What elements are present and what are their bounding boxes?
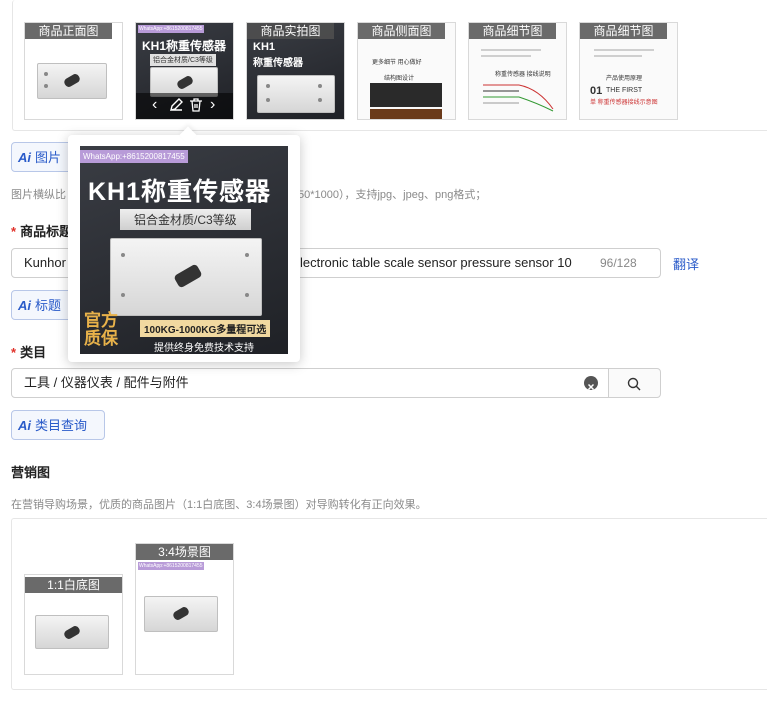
sensor-image	[257, 75, 335, 113]
watermark-text: WhatsApp:+8615200817455	[138, 562, 204, 570]
ai-category-button-label: 类目查询	[35, 418, 88, 433]
thumbnail-label: 商品正面图	[25, 23, 112, 39]
marketing-label: 营销图	[11, 465, 51, 480]
edit-icon[interactable]	[168, 97, 184, 113]
title-value-right: lectronic table scale sensor pressure se…	[300, 255, 572, 270]
thumbnail-label: 商品侧面图	[358, 23, 445, 39]
thumbnail-label: 商品细节图	[580, 23, 667, 39]
detail-text: 称重传感器 接线说明	[495, 72, 551, 78]
detail-text: 更多细节 用心做好	[372, 60, 422, 66]
marketing-hint: 在营销导购场景，优质的商品图片（1:1白底图、3:4场景图）对导购转化有正向效果…	[11, 499, 427, 511]
detail-image	[370, 109, 442, 119]
detail-text: 单 称重传感器接线示意图	[590, 100, 658, 106]
title-value-left: Kunhor	[24, 255, 66, 270]
promo-subtitle: 铝合金材质/C3等级	[150, 54, 216, 66]
ai-image-button-label: 图片	[35, 150, 62, 165]
thumbnail-detail-2[interactable]: 商品细节图 产品使用原理 01 THE FIRST 单 称重传感器接线示意图	[579, 22, 678, 120]
search-icon	[627, 377, 641, 391]
image-hint-right: 50*1000），支持jpg、jpeg、png格式；	[298, 189, 487, 201]
ai-icon: Ai	[18, 418, 31, 433]
thumbnail-label: 商品细节图	[469, 23, 556, 39]
next-arrow-icon[interactable]: ›	[210, 96, 215, 114]
ai-title-button-label: 标题	[35, 298, 62, 313]
ai-icon: Ai	[18, 298, 31, 313]
detail-text: 结构图设计	[384, 76, 415, 82]
detail-text: 产品使用原理	[606, 76, 643, 82]
promo-title: KH1	[253, 41, 276, 53]
thumbnail-promo[interactable]: WhatsApp:+8615200817455 KH1称重传感器 铝合金材质/C…	[135, 22, 234, 120]
ai-category-button[interactable]: Ai 类目查询	[11, 410, 105, 440]
delete-icon[interactable]	[188, 97, 204, 113]
thumbnail-real-shot[interactable]: 商品实拍图 KH1 称重传感器	[246, 22, 345, 120]
title-char-counter: 96/128	[600, 256, 637, 270]
category-label: * 类目	[11, 345, 47, 360]
image-hint-left: 图片横纵比	[11, 189, 66, 201]
thumbnail-label: 商品实拍图	[247, 23, 334, 39]
image-preview-popover: WhatsApp:+8615200817455 KH1称重传感器 铝合金材质/C…	[68, 126, 300, 362]
translate-link[interactable]: 翻译	[673, 254, 699, 273]
support-text: 提供终身免费技术支持	[154, 343, 254, 354]
title-label: * 商品标题	[11, 224, 73, 239]
marketing-image-label: 3:4场景图	[136, 544, 233, 560]
prev-arrow-icon[interactable]: ‹	[152, 96, 157, 114]
sensor-image	[35, 615, 109, 649]
category-input[interactable]: 工具 / 仪器仪表 / 配件与附件	[11, 368, 609, 398]
detail-text: THE FIRST	[606, 87, 643, 94]
detail-image	[370, 83, 442, 107]
sensor-image	[144, 596, 218, 632]
ai-icon: Ai	[18, 150, 31, 165]
warranty-badge: 官方 质保	[84, 311, 118, 348]
marketing-image-square[interactable]: 1:1白底图	[24, 574, 123, 675]
marketing-image-label: 1:1白底图	[25, 577, 122, 593]
category-search-button[interactable]	[608, 368, 661, 398]
preview-image: WhatsApp:+8615200817455 KH1称重传感器 铝合金材质/C…	[80, 146, 288, 354]
thumbnail-front[interactable]: 商品正面图	[24, 22, 123, 120]
marketing-image-scene[interactable]: 3:4场景图 WhatsApp:+8615200817455	[135, 543, 234, 675]
wiring-diagram	[483, 84, 554, 112]
category-value: 工具 / 仪器仪表 / 配件与附件	[24, 375, 189, 390]
watermark-text: WhatsApp:+8615200817455	[138, 25, 204, 33]
thumbnail-detail-1[interactable]: 商品细节图 称重传感器 接线说明	[468, 22, 567, 120]
hover-controls: ‹ ›	[136, 93, 233, 119]
range-banner: 100KG-1000KG多量程可选	[140, 320, 271, 337]
sensor-image	[110, 238, 262, 316]
clear-icon[interactable]	[584, 376, 598, 391]
marketing-image-area	[11, 518, 767, 690]
thumbnail-side-view[interactable]: 商品侧面图 更多细节 用心做好 结构图设计	[357, 22, 456, 120]
sensor-image	[37, 63, 107, 99]
promo-title: KH1称重传感器	[142, 39, 227, 53]
preview-title: KH1称重传感器	[88, 178, 272, 206]
promo-subtitle: 称重传感器	[253, 58, 303, 69]
preview-subtitle: 铝合金材质/C3等级	[120, 209, 251, 230]
watermark-text: WhatsApp:+8615200817455	[80, 150, 188, 163]
detail-number: 01	[590, 85, 603, 97]
